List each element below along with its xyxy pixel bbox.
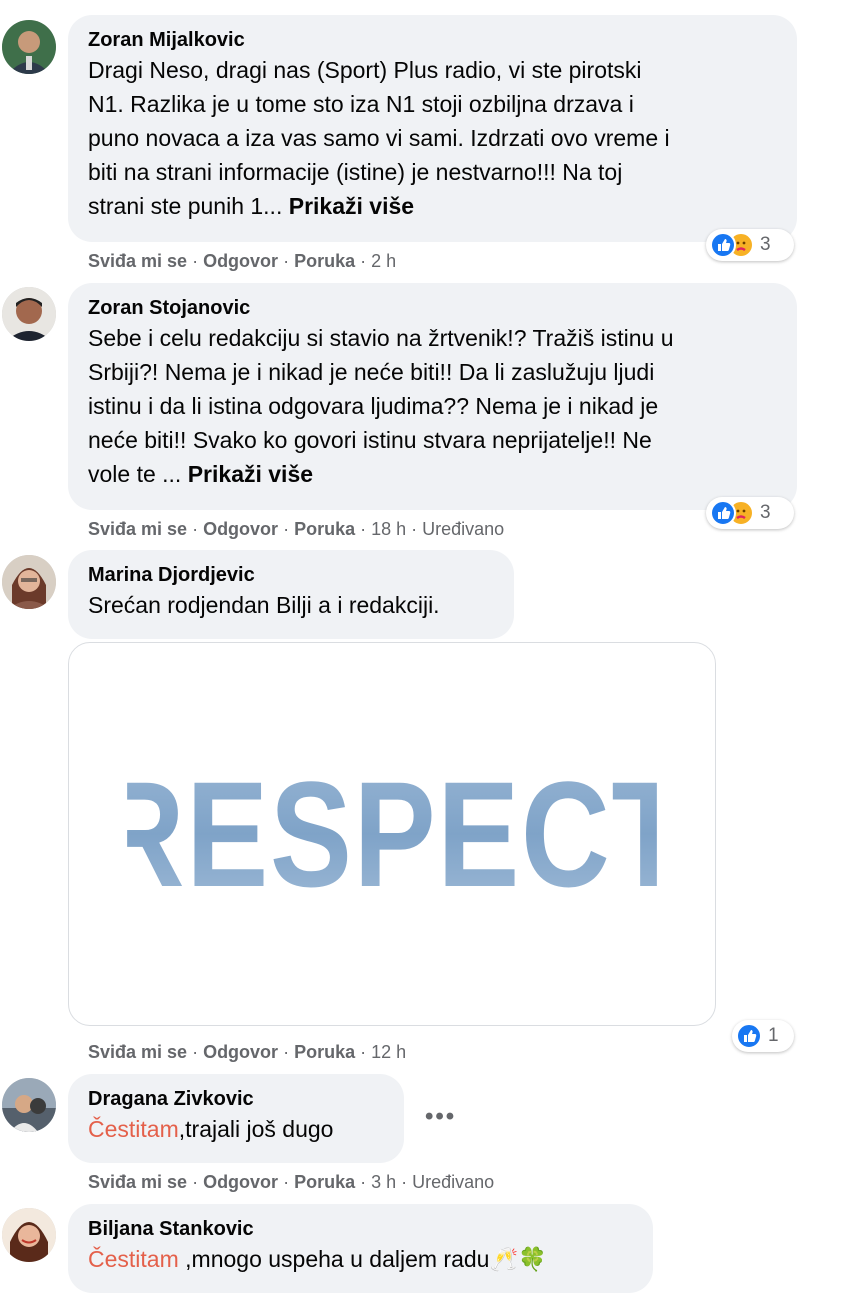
reaction-count: 1	[768, 1025, 779, 1046]
like-icon	[710, 500, 736, 526]
reaction-summary[interactable]: 1	[732, 1020, 794, 1052]
separator: ·	[192, 519, 199, 539]
separator: ·	[192, 251, 199, 271]
separator: ·	[360, 1172, 367, 1192]
separator: ·	[360, 251, 367, 271]
comment-body: Srećan rodjendan Bilji a i redakciji.	[88, 592, 440, 618]
comment-author[interactable]: Zoran Mijalkovic	[88, 27, 777, 53]
comment-bubble: Marina Djordjevic Srećan rodjendan Bilji…	[68, 550, 514, 639]
avatar[interactable]	[2, 20, 56, 74]
separator: ·	[283, 1172, 290, 1192]
comment-image[interactable]: RESPECT	[68, 642, 716, 1026]
separator: ·	[283, 251, 290, 271]
comment-body: ,trajali još dugo	[178, 1116, 334, 1142]
comment-author[interactable]: Marina Djordjevic	[88, 562, 494, 588]
comment-bubble: Dragana Zivkovic Čestitam,trajali još du…	[68, 1074, 404, 1163]
avatar[interactable]	[2, 1208, 56, 1262]
avatar[interactable]	[2, 287, 56, 341]
separator: ·	[411, 519, 418, 539]
reaction-count: 3	[760, 234, 771, 255]
comment-author[interactable]: Zoran Stojanovic	[88, 295, 777, 321]
timestamp[interactable]: 2 h	[371, 251, 396, 271]
message-button[interactable]: Poruka	[294, 519, 355, 539]
see-more-link[interactable]: Prikaži više	[289, 193, 414, 219]
reaction-count: 3	[760, 502, 771, 523]
timestamp[interactable]: 12 h	[371, 1042, 406, 1062]
separator: ·	[192, 1042, 199, 1062]
separator: ·	[360, 519, 367, 539]
comment-bubble: Zoran Stojanovic Sebe i celu redakciju s…	[68, 283, 797, 510]
see-more-link[interactable]: Prikaži više	[188, 461, 313, 487]
like-icon	[736, 1023, 762, 1049]
comment-text: Čestitam ,mnogo uspeha u daljem radu🥂🍀	[88, 1242, 633, 1276]
separator: ·	[283, 519, 290, 539]
comment-actions: Sviđa mi se · Odgovor · Poruka · 2 h	[88, 249, 396, 273]
like-button[interactable]: Sviđa mi se	[88, 519, 187, 539]
reply-button[interactable]: Odgovor	[203, 251, 278, 271]
separator: ·	[401, 1172, 408, 1192]
avatar[interactable]	[2, 1078, 56, 1132]
message-button[interactable]: Poruka	[294, 1042, 355, 1062]
reaction-summary[interactable]: 3	[706, 497, 794, 529]
like-button[interactable]: Sviđa mi se	[88, 1042, 187, 1062]
edited-label[interactable]: Uređivano	[422, 519, 504, 539]
reaction-summary[interactable]: 3	[706, 229, 794, 261]
like-icon	[710, 232, 736, 258]
timestamp[interactable]: 3 h	[371, 1172, 396, 1192]
separator: ·	[283, 1042, 290, 1062]
avatar[interactable]	[2, 555, 56, 609]
more-options-icon[interactable]: •••	[425, 1103, 456, 1131]
comment-body: ,mnogo uspeha u daljem radu🥂🍀	[178, 1246, 547, 1272]
mention-link[interactable]: Čestitam	[88, 1116, 179, 1142]
message-button[interactable]: Poruka	[294, 1172, 355, 1192]
comment-bubble: Zoran Mijalkovic Dragi Neso, dragi nas (…	[68, 15, 797, 242]
like-button[interactable]: Sviđa mi se	[88, 251, 187, 271]
comment-actions: Sviđa mi se · Odgovor · Poruka · 3 h · Uređivano	[88, 1170, 494, 1194]
comment-actions: Sviđa mi se · Odgovor · Poruka · 18 h · Uređivan…	[88, 517, 504, 541]
like-button[interactable]: Sviđa mi se	[88, 1172, 187, 1192]
reply-button[interactable]: Odgovor	[203, 519, 278, 539]
respect-image-text: RESPECT	[96, 643, 687, 1025]
comment-text: Sebe i celu redakciju si stavio na žrtve…	[88, 321, 777, 491]
comment-author[interactable]: Biljana Stankovic	[88, 1216, 633, 1242]
mention-link[interactable]: Čestitam	[88, 1246, 179, 1272]
reply-button[interactable]: Odgovor	[203, 1172, 278, 1192]
comment-text: Dragi Neso, dragi nas (Sport) Plus radio…	[88, 53, 777, 223]
separator: ·	[192, 1172, 199, 1192]
separator: ·	[360, 1042, 367, 1062]
comment-text: Čestitam,trajali još dugo	[88, 1112, 384, 1146]
comment-actions: Sviđa mi se · Odgovor · Poruka · 12 h	[88, 1040, 406, 1064]
message-button[interactable]: Poruka	[294, 251, 355, 271]
edited-label[interactable]: Uređivano	[412, 1172, 494, 1192]
timestamp[interactable]: 18 h	[371, 519, 406, 539]
comment-body: Sebe i celu redakciju si stavio na žrtve…	[88, 325, 674, 487]
comment-author[interactable]: Dragana Zivkovic	[88, 1086, 384, 1112]
reply-button[interactable]: Odgovor	[203, 1042, 278, 1062]
